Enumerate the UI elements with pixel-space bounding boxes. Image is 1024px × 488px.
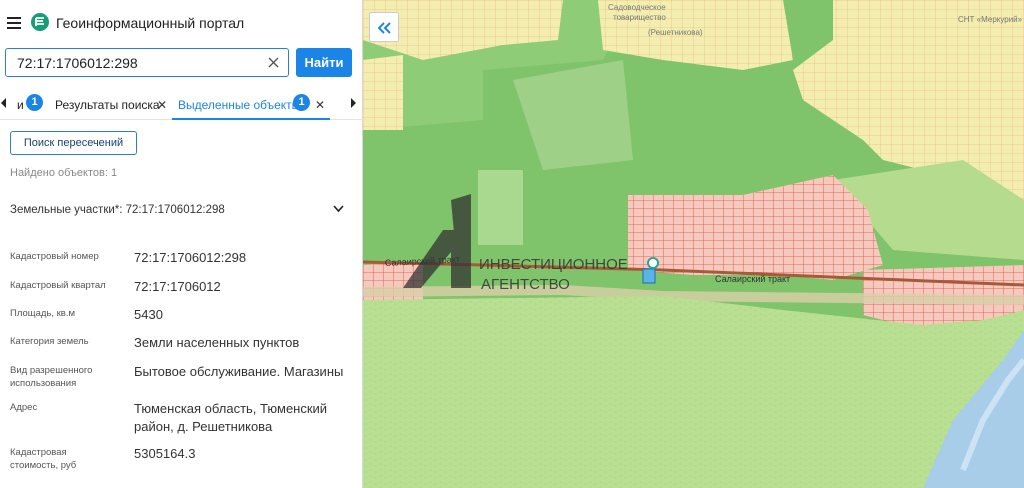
tab-close-icon[interactable]: ✕ bbox=[315, 98, 325, 112]
hamburger-menu-icon[interactable] bbox=[7, 17, 21, 29]
tab-label: Выделенные объекты bbox=[178, 98, 301, 112]
meadow-patch bbox=[478, 170, 523, 245]
attribute-value: 72:17:1706012:298 bbox=[134, 250, 247, 265]
attribute-value: Земли населенных пунктов bbox=[134, 335, 300, 350]
search-field[interactable] bbox=[5, 48, 289, 77]
attribute-row: Площадь, кв.м 5430 bbox=[10, 307, 355, 327]
tab-label: и bbox=[17, 98, 24, 112]
find-button[interactable]: Найти bbox=[296, 48, 352, 77]
settlement-label: товарищество bbox=[613, 13, 666, 22]
tab-count-badge: 1 bbox=[293, 94, 310, 111]
attribute-row: Кадастровый номер 72:17:1706012:298 bbox=[10, 250, 355, 270]
tab-scroll-right-icon[interactable] bbox=[349, 97, 357, 109]
tab-close-icon[interactable]: ✕ bbox=[157, 98, 167, 112]
attribute-key: Адрес bbox=[10, 402, 38, 413]
portal-logo-icon bbox=[31, 13, 49, 31]
tab-selected-objects[interactable]: Выделенные объекты 1 ✕ bbox=[172, 92, 330, 120]
attribute-value: Бытовое обслуживание. Магазины bbox=[134, 364, 344, 379]
settlement-grid bbox=[363, 55, 403, 130]
watermark-text-1: ИНВЕСТИЦИОННОЕ bbox=[479, 256, 628, 273]
attribute-row: Кадастровая стоимость, руб 5305164.3 bbox=[10, 446, 355, 476]
attribute-value: 5305164.3 bbox=[134, 446, 196, 461]
tab-scroll-left-icon[interactable] bbox=[0, 97, 8, 109]
attribute-key: Кадастровый квартал bbox=[10, 280, 106, 291]
app-title: Геоинформационный портал bbox=[56, 15, 245, 31]
clear-icon[interactable] bbox=[268, 57, 279, 68]
watermark-text-2: АГЕНТСТВО bbox=[481, 276, 570, 293]
tab-label: Результаты поиска bbox=[55, 98, 160, 112]
double-chevron-left-icon bbox=[378, 22, 391, 34]
attribute-key: Категория земель bbox=[10, 336, 89, 347]
map-canvas[interactable]: ИНВЕСТИЦИОННОЕ АГЕНТСТВО Салаирский трак… bbox=[363, 0, 1024, 488]
attribute-value: Тюменская область, Тюменский район, д. Р… bbox=[134, 401, 328, 434]
chevron-down-icon[interactable] bbox=[333, 205, 344, 213]
side-panel: Геоинформационный портал Найти и 1 Резул… bbox=[0, 0, 363, 488]
find-intersections-button[interactable]: Поиск пересечений bbox=[10, 131, 137, 155]
search-input[interactable] bbox=[17, 54, 257, 72]
settlement-label: Садоводческое bbox=[608, 3, 666, 12]
attribute-row: Категория земель Земли населенных пункто… bbox=[10, 335, 355, 355]
attribute-row: Кадастровый квартал 72:17:1706012 bbox=[10, 279, 355, 299]
road-label-right: Салаирский тракт bbox=[715, 274, 790, 284]
tab-bar: и 1 Результаты поиска ✕ Выделенные объек… bbox=[0, 92, 363, 120]
result-group-title[interactable]: Земельные участки*: 72:17:1706012:298 bbox=[10, 204, 225, 216]
attribute-value: 72:17:1706012 bbox=[134, 279, 221, 294]
attribute-row: Адрес Тюменская область, Тюменский район… bbox=[10, 401, 355, 441]
found-count: Найдено объектов: 1 bbox=[10, 167, 118, 179]
attribute-key: Площадь, кв.м bbox=[10, 308, 76, 319]
map-view[interactable]: ИНВЕСТИЦИОННОЕ АГЕНТСТВО Салаирский трак… bbox=[363, 0, 1024, 488]
settlement-label: (Решетникова) bbox=[648, 28, 703, 37]
attribute-key: Кадастровая стоимость, руб bbox=[10, 447, 77, 471]
attribute-key: Вид разрешенного использования bbox=[10, 365, 93, 389]
tab-search-results[interactable]: Результаты поиска ✕ bbox=[50, 92, 170, 118]
header: Геоинформационный портал bbox=[0, 0, 363, 46]
settlement-label: СНТ «Меркурий» bbox=[958, 15, 1023, 24]
attribute-row: Вид разрешенного использования Бытовое о… bbox=[10, 364, 355, 394]
collapse-panel-button[interactable] bbox=[369, 12, 399, 42]
attribute-value: 5430 bbox=[134, 307, 163, 322]
attribute-key: Кадастровый номер bbox=[10, 251, 99, 262]
tab-count-badge: 1 bbox=[26, 94, 43, 111]
tab-previous[interactable]: и 1 bbox=[14, 92, 48, 118]
